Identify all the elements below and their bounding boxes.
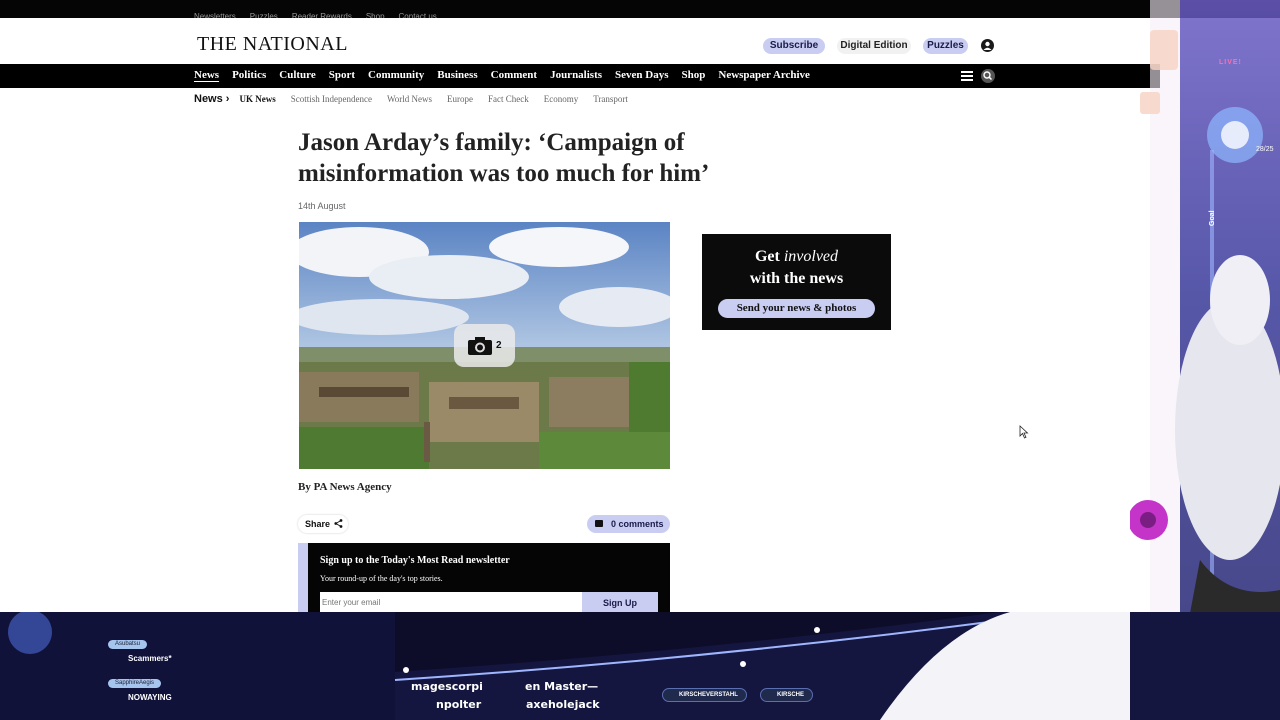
mouse-cursor-icon — [1019, 425, 1029, 439]
user-icon[interactable] — [981, 39, 994, 52]
ticker-item: npolter — [436, 698, 482, 711]
puzzles-button[interactable]: Puzzles — [923, 38, 968, 54]
chat-panel: Asubatsu Scammers* SapphireAegis NOWAYIN… — [0, 620, 394, 720]
nav-item-newspaper-archive[interactable]: Newspaper Archive — [718, 69, 810, 81]
sign-up-button[interactable]: Sign Up — [582, 592, 658, 613]
chat-username: Asubatsu — [108, 640, 148, 649]
twitter-handle: KIRSCHEVERSTAHL — [662, 688, 747, 702]
nav-item-journalists[interactable]: Journalists — [550, 69, 602, 81]
goal-counter: 28/25 — [1256, 146, 1274, 153]
nav-item-comment[interactable]: Comment — [491, 69, 537, 81]
chat-username: SapphireAegis — [108, 679, 162, 688]
article-headline: Jason Arday’s family: ‘Campaign of misin… — [298, 129, 710, 187]
subnav-item-transport[interactable]: Transport — [593, 94, 628, 104]
ticker-item: magescorpi — [411, 680, 483, 693]
main-nav: News Politics Culture Sport Community Bu… — [0, 64, 1160, 88]
byline: By PA News Agency — [298, 481, 392, 493]
email-field[interactable] — [320, 592, 582, 613]
camera-icon — [468, 337, 492, 355]
subnav-item-world-news[interactable]: World News — [387, 94, 432, 104]
subnav-item-fact-check[interactable]: Fact Check — [488, 94, 529, 104]
subnav-item-scottish-independence[interactable]: Scottish Independence — [291, 94, 372, 104]
nav-item-politics[interactable]: Politics — [232, 69, 266, 81]
nav-item-seven-days[interactable]: Seven Days — [615, 69, 668, 81]
chat-message: Scammers* — [128, 654, 172, 663]
sub-nav: News › UK News Scottish Independence Wor… — [194, 93, 643, 105]
search-icon[interactable] — [981, 69, 995, 83]
top-bar — [0, 0, 1280, 18]
send-news-button[interactable]: Send your news & photos — [718, 299, 875, 318]
newsletter-signup: Sign up to the Today's Most Read newslet… — [298, 543, 670, 613]
subscribe-button[interactable]: Subscribe — [763, 38, 825, 54]
nav-item-culture[interactable]: Culture — [279, 69, 315, 81]
subnav-item-economy[interactable]: Economy — [544, 94, 579, 104]
get-involved-promo: Get involved with the news Send your new… — [702, 234, 891, 330]
ticker-item: en Master— — [525, 680, 599, 693]
photo-gallery-button[interactable]: 2 — [454, 324, 515, 367]
nav-item-shop[interactable]: Shop — [682, 69, 706, 81]
subnav-item-europe[interactable]: Europe — [447, 94, 473, 104]
live-badge: LIVE! — [1219, 59, 1242, 66]
breadcrumb-section[interactable]: News › — [194, 93, 229, 105]
nav-item-sport[interactable]: Sport — [329, 69, 355, 81]
promo-heading: Get involved — [754, 248, 839, 265]
ticker-item: axeholejack — [526, 698, 600, 711]
comments-button[interactable]: 0 comments — [587, 515, 670, 533]
comment-icon — [595, 520, 603, 527]
promo-subheading: with the news — [749, 270, 844, 287]
digital-edition-button[interactable]: Digital Edition — [837, 38, 911, 54]
menu-icon[interactable] — [961, 70, 973, 82]
nav-item-community[interactable]: Community — [368, 69, 424, 81]
article-date: 14th August — [298, 201, 346, 211]
comments-label: 0 comments — [611, 519, 664, 529]
subnav-item-uk-news[interactable]: UK News — [239, 94, 275, 104]
share-label: Share — [305, 519, 331, 529]
site-logo[interactable]: THE NATIONAL — [197, 33, 348, 56]
photo-count: 2 — [496, 340, 502, 351]
nav-item-business[interactable]: Business — [437, 69, 477, 81]
chat-message: NOWAYING — [128, 693, 172, 702]
share-icon — [334, 519, 343, 528]
newsletter-subtitle: Your round-up of the day's top stories. — [320, 574, 443, 583]
logo-text: THE NATIONAL — [197, 33, 348, 55]
share-button[interactable]: Share — [298, 515, 348, 533]
goal-label: Goal — [1209, 210, 1216, 226]
newsletter-title: Sign up to the Today's Most Read newslet… — [320, 555, 510, 566]
discord-handle: KIRSCHE — [760, 688, 814, 702]
hero-image[interactable]: 2 — [299, 222, 670, 469]
nav-item-news[interactable]: News — [194, 69, 219, 81]
masthead: THE NATIONAL Subscribe Digital Edition P… — [0, 18, 1280, 64]
newsletter-accent-bar — [298, 543, 308, 613]
